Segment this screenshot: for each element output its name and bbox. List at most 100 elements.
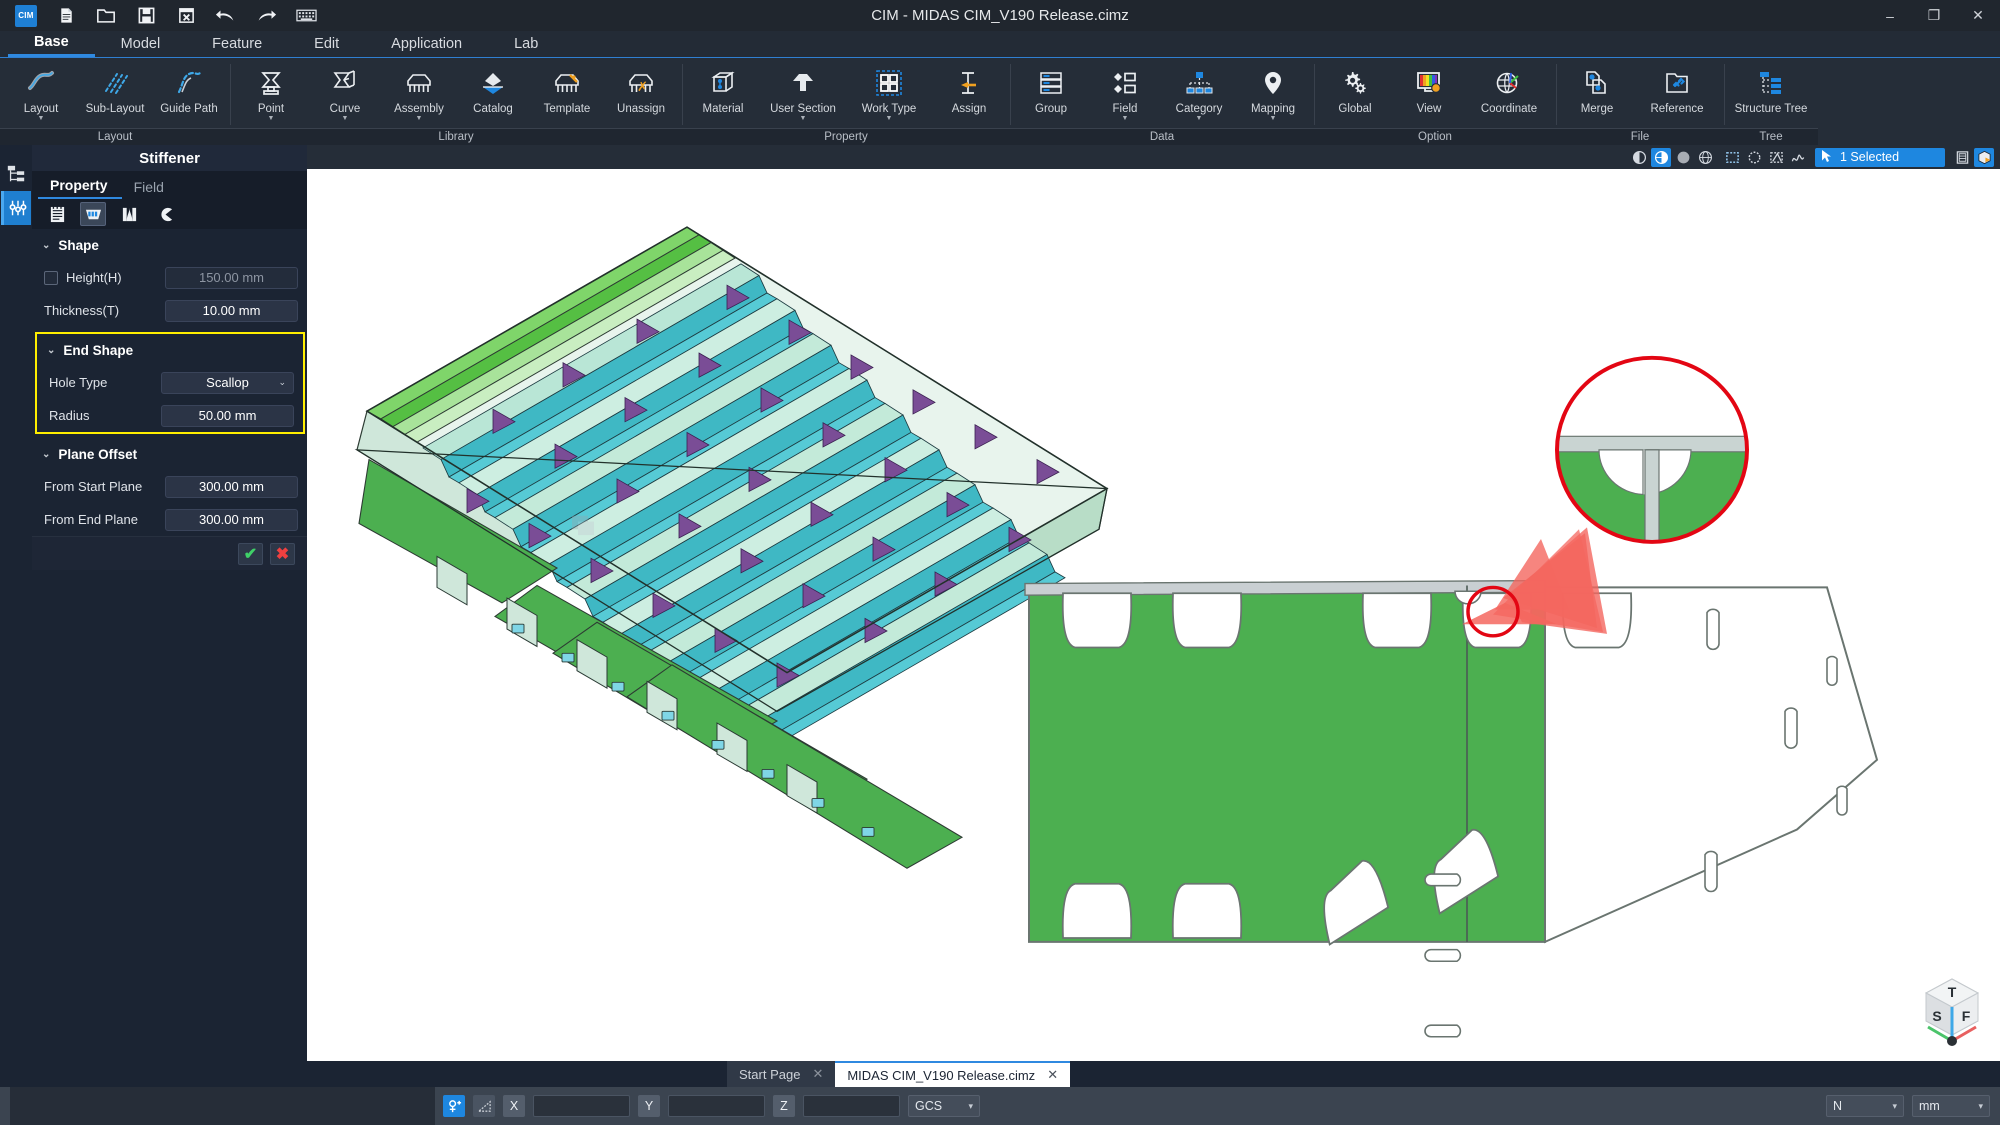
ribbon-button-merge[interactable]: Merge: [1560, 62, 1634, 115]
end-shape-icon[interactable]: [116, 202, 142, 226]
ribbon-group-tree: Structure Tree Tree: [1724, 58, 1818, 145]
cancel-button[interactable]: ✖: [270, 542, 295, 565]
circle-select-icon[interactable]: [1744, 148, 1764, 167]
doc-tab-midas-cim[interactable]: MIDAS CIM_V190 Release.cimz ✕: [835, 1061, 1071, 1087]
height-checkbox[interactable]: [44, 270, 58, 285]
ribbon-button-guide-path[interactable]: Guide Path: [152, 62, 226, 115]
coordinate-system-select[interactable]: GCS ▾: [908, 1095, 980, 1117]
section-header-end-shape[interactable]: ⌄ End Shape: [37, 334, 303, 366]
export-icon[interactable]: [166, 1, 206, 30]
chevron-down-icon[interactable]: ▼: [342, 115, 349, 122]
apply-button[interactable]: ✔: [238, 542, 263, 565]
height-input[interactable]: 150.00 mm: [165, 266, 298, 289]
tab-feature[interactable]: Feature: [186, 31, 288, 57]
keyboard-icon[interactable]: [286, 1, 326, 30]
chevron-down-icon[interactable]: ▼: [416, 115, 423, 122]
chevron-down-icon[interactable]: ▼: [1196, 115, 1203, 122]
section-header-shape[interactable]: ⌄ Shape: [32, 229, 307, 261]
ribbon-button-assembly[interactable]: Assembly ▼: [382, 62, 456, 122]
ribbon-button-unassign[interactable]: ✗ Unassign: [604, 62, 678, 115]
maximize-button[interactable]: ❐: [1912, 0, 1956, 31]
view-cube[interactable]: T S F: [1920, 975, 1984, 1047]
tab-field[interactable]: Field: [122, 177, 178, 199]
ribbon-button-assign[interactable]: Assign: [932, 62, 1006, 115]
ribbon-button-reference[interactable]: Reference: [1634, 62, 1720, 115]
flat-mode-icon[interactable]: [1673, 148, 1693, 167]
point-icon: [254, 66, 288, 100]
angle-snap-icon[interactable]: [473, 1095, 495, 1117]
selection-status[interactable]: 1 Selected: [1815, 147, 1945, 167]
ribbon-button-view[interactable]: View: [1392, 62, 1466, 115]
ribbon-button-mapping[interactable]: Mapping ▼: [1236, 62, 1310, 122]
isolate-box-icon[interactable]: [1974, 147, 1994, 167]
force-unit-select[interactable]: N ▾: [1826, 1095, 1904, 1117]
ribbon-button-user-section[interactable]: User Section ▼: [760, 62, 846, 122]
rectangle-select-icon[interactable]: [1722, 148, 1742, 167]
close-icon[interactable]: ✕: [812, 1066, 823, 1082]
ribbon-button-coordinate[interactable]: Coordinate: [1466, 62, 1552, 115]
close-icon[interactable]: ✕: [1047, 1067, 1058, 1083]
minimize-button[interactable]: –: [1868, 0, 1912, 31]
list-properties-icon[interactable]: [44, 202, 70, 226]
shaded-edges-mode-icon[interactable]: [1629, 148, 1649, 167]
user-section-icon: [786, 66, 820, 100]
ribbon-button-template[interactable]: Template: [530, 62, 604, 115]
ribbon-button-category[interactable]: Category ▼: [1162, 62, 1236, 122]
ribbon-label: User Section: [770, 103, 836, 115]
ribbon-button-work-type[interactable]: Work Type ▼: [846, 62, 932, 122]
from-end-plane-input[interactable]: 300.00 mm: [165, 508, 298, 531]
chevron-down-icon[interactable]: ▼: [1270, 115, 1277, 122]
section-header-plane-offset[interactable]: ⌄ Plane Offset: [32, 438, 307, 470]
stiffener-section-icon[interactable]: [80, 202, 106, 226]
freehand-select-icon[interactable]: [1788, 148, 1808, 167]
chevron-down-icon[interactable]: ▼: [886, 115, 893, 122]
property-sliders-rail-icon[interactable]: [1, 191, 31, 225]
ribbon-button-layout[interactable]: Layout ▼: [4, 62, 78, 122]
viewcube-left-label: S: [1932, 1008, 1941, 1024]
tab-model[interactable]: Model: [95, 31, 187, 57]
snap-point-icon[interactable]: [443, 1095, 465, 1117]
ribbon-button-field[interactable]: Field ▼: [1088, 62, 1162, 122]
ribbon-button-global[interactable]: Global: [1318, 62, 1392, 115]
doc-tab-start-page[interactable]: Start Page ✕: [727, 1061, 836, 1087]
row-label: Height(H): [66, 270, 122, 285]
radius-input[interactable]: 50.00 mm: [161, 404, 294, 427]
length-unit-select[interactable]: mm ▾: [1912, 1095, 1990, 1117]
from-start-plane-input[interactable]: 300.00 mm: [165, 475, 298, 498]
structure-tree-rail-icon[interactable]: [1, 157, 31, 191]
undo-icon[interactable]: [206, 1, 246, 30]
tab-lab[interactable]: Lab: [488, 31, 564, 57]
model-canvas[interactable]: T S F: [307, 169, 2000, 1061]
redo-icon[interactable]: [246, 1, 286, 30]
ribbon-button-point[interactable]: Point ▼: [234, 62, 308, 122]
tab-edit[interactable]: Edit: [288, 31, 365, 57]
new-file-icon[interactable]: [46, 1, 86, 30]
ribbon-button-curve[interactable]: Curve ▼: [308, 62, 382, 122]
tab-property[interactable]: Property: [38, 175, 122, 199]
polygon-select-icon[interactable]: [1766, 148, 1786, 167]
wireframe-mode-icon[interactable]: [1695, 148, 1715, 167]
scallop-cut-icon[interactable]: [152, 202, 178, 226]
open-folder-icon[interactable]: [86, 1, 126, 30]
tab-application[interactable]: Application: [365, 31, 488, 57]
coord-input-z[interactable]: [803, 1095, 900, 1117]
ribbon-label: Curve: [329, 103, 361, 115]
thickness-input[interactable]: 10.00 mm: [165, 299, 298, 322]
ribbon-button-sub-layout[interactable]: Sub-Layout: [78, 62, 152, 115]
save-icon[interactable]: [126, 1, 166, 30]
ribbon-button-material[interactable]: Material: [686, 62, 760, 115]
coord-input-x[interactable]: [533, 1095, 630, 1117]
chevron-down-icon[interactable]: ▼: [38, 115, 45, 122]
ribbon-button-structure-tree[interactable]: Structure Tree: [1728, 62, 1814, 115]
hole-type-select[interactable]: Scallop ⌄: [161, 371, 294, 394]
ribbon-button-catalog[interactable]: Catalog: [456, 62, 530, 115]
close-button[interactable]: ✕: [1956, 0, 2000, 31]
chevron-down-icon[interactable]: ▼: [800, 115, 807, 122]
shaded-mode-icon[interactable]: [1651, 147, 1671, 167]
coord-input-y[interactable]: [668, 1095, 765, 1117]
tab-base[interactable]: Base: [8, 31, 95, 57]
table-view-icon[interactable]: [1952, 148, 1972, 167]
chevron-down-icon[interactable]: ▼: [1122, 115, 1129, 122]
ribbon-button-group[interactable]: Group: [1014, 62, 1088, 115]
chevron-down-icon[interactable]: ▼: [268, 115, 275, 122]
